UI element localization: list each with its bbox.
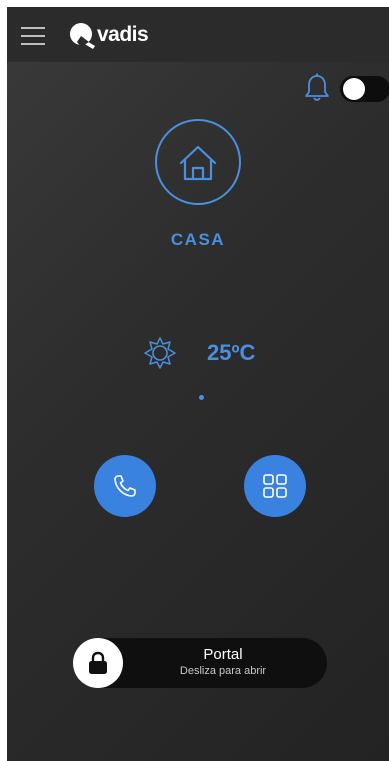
grid-icon	[263, 474, 287, 498]
notifications-toggle[interactable]	[340, 76, 389, 102]
app-screen: vadis CASA 25ºC Portal Desliza para abri…	[7, 7, 389, 761]
slider-title: Portal	[203, 646, 243, 663]
sun-icon	[144, 337, 176, 369]
lock-icon	[89, 651, 107, 674]
toggle-knob	[343, 78, 365, 100]
unlock-slider[interactable]: Portal Desliza para abrir	[73, 638, 327, 688]
page-indicator-dot	[199, 395, 204, 400]
place-label: CASA	[170, 230, 226, 249]
phone-icon	[114, 475, 136, 497]
qvadis-q-logo-icon	[70, 23, 95, 49]
weather-widget: 25ºC	[143, 335, 255, 371]
slider-text: Portal Desliza para abrir	[143, 646, 303, 678]
app-logo: vadis	[67, 20, 149, 50]
slider-subtitle: Desliza para abrir	[179, 665, 267, 677]
apps-grid-button[interactable]	[244, 455, 306, 517]
slider-handle[interactable]	[73, 638, 123, 688]
home-icon[interactable]	[155, 119, 241, 205]
call-button[interactable]	[94, 455, 156, 517]
top-bar: vadis	[7, 7, 389, 62]
bell-icon[interactable]	[304, 73, 330, 103]
temperature-value: 25ºC	[207, 340, 256, 365]
brand-name: vadis	[97, 23, 149, 46]
hamburger-menu-icon[interactable]	[21, 26, 45, 46]
